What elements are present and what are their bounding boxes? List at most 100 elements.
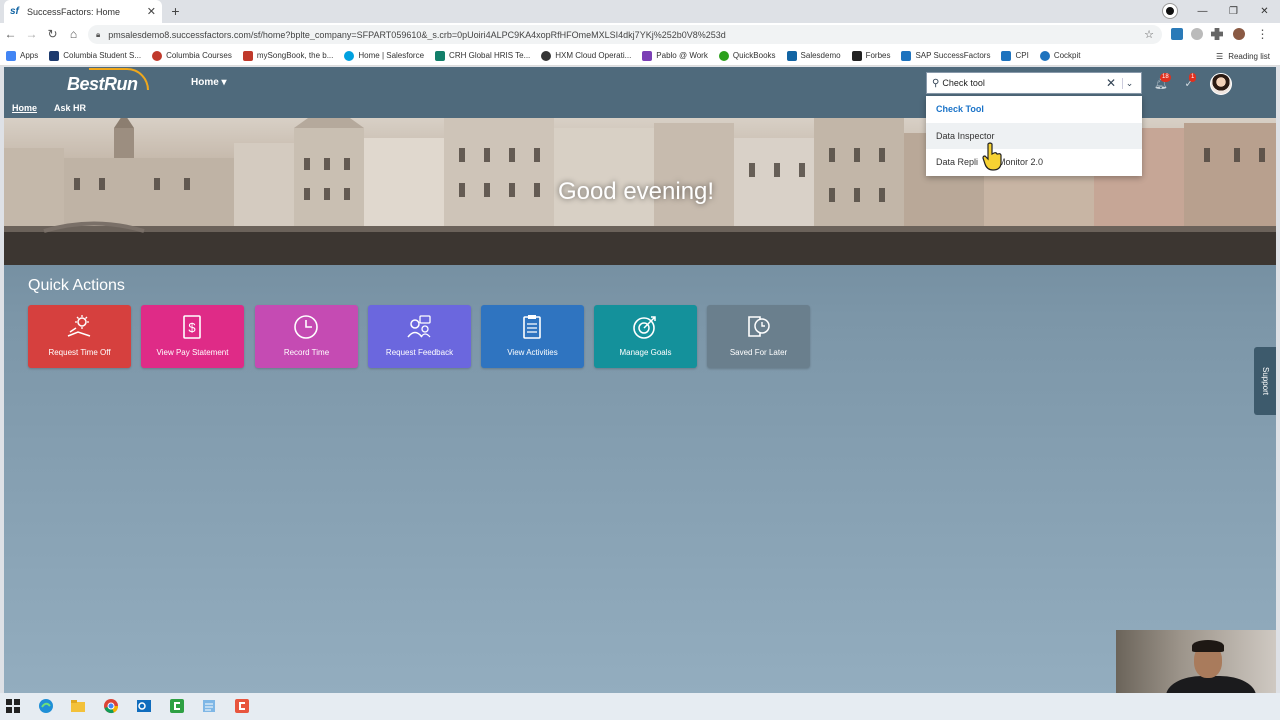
bookmark-item[interactable]: Forbes	[851, 50, 890, 61]
bookmark-icon	[344, 50, 355, 61]
bookmark-item[interactable]: Apps	[6, 50, 38, 61]
bookmark-item[interactable]: HXM Cloud Operati...	[541, 50, 631, 61]
clipboard-icon	[523, 315, 541, 339]
action-search-input[interactable]: ⚲ Check tool ✕ ⌄	[926, 72, 1142, 94]
bookmark-icon	[49, 50, 60, 61]
notifications-bell-icon[interactable]: 🔔︎ 18	[1154, 73, 1171, 90]
quick-actions-title: Quick Actions	[28, 277, 125, 294]
browser-menu-icon[interactable]: ⋮	[1255, 27, 1270, 42]
bookmark-star-icon[interactable]: ☆	[1144, 28, 1154, 41]
subnav-home-link[interactable]: Home	[12, 103, 37, 113]
bookmark-icon	[435, 50, 446, 61]
bookmark-item[interactable]: mySongBook, the b...	[242, 50, 333, 61]
bookmark-icon	[901, 50, 912, 61]
view-activities-tile[interactable]: View Activities	[481, 305, 584, 368]
notifications-badge: 18	[1160, 73, 1171, 82]
forward-arrow-icon[interactable]: →	[24, 27, 39, 42]
search-value: Check tool	[942, 78, 985, 88]
bookmark-icon	[1001, 50, 1012, 61]
bookmark-item[interactable]: Salesdemo	[786, 50, 841, 61]
bookmark-item[interactable]: CRH Global HRIS Te...	[435, 50, 530, 61]
camtasia-icon[interactable]	[169, 698, 185, 714]
restore-icon[interactable]: ❐	[1218, 6, 1249, 17]
new-tab-button[interactable]: +	[168, 4, 183, 19]
puzzle-extensions-icon[interactable]	[1211, 28, 1223, 40]
outlook-icon[interactable]	[136, 698, 152, 714]
sun-person-icon	[67, 315, 91, 337]
subnav-ask-hr-link[interactable]: Ask HR	[54, 103, 86, 113]
saved-for-later-tile[interactable]: Saved For Later	[707, 305, 810, 368]
back-arrow-icon[interactable]: ←	[3, 27, 18, 42]
windows-start-icon[interactable]	[5, 698, 21, 714]
bookmark-icon	[1039, 50, 1050, 61]
search-dropdown-chevron-icon[interactable]: ⌄	[1122, 77, 1136, 89]
user-avatar[interactable]	[1210, 73, 1232, 95]
suggestion-data-inspector[interactable]: Data Inspector	[926, 123, 1142, 149]
hand-pointer-cursor-icon	[982, 142, 1002, 171]
bestrun-logo[interactable]: BestRun	[67, 68, 149, 95]
file-explorer-icon[interactable]	[70, 698, 86, 714]
bookmark-icon	[718, 50, 729, 61]
address-bar[interactable]: 🔒︎ pmsalesdemo8.successfactors.com/sf/ho…	[88, 25, 1162, 44]
browser-tabstrip: sf SuccessFactors: Home ✕ + — ❐ ✕	[0, 0, 1280, 23]
browser-toolbar: ← → ↻ ⌂ 🔒︎ pmsalesdemo8.successfactors.c…	[0, 23, 1280, 46]
tile-label: Request Time Off	[48, 348, 111, 357]
people-feedback-icon	[407, 315, 431, 338]
approvals-check-icon[interactable]: ✓ 1	[1183, 73, 1197, 90]
browser-tab[interactable]: sf SuccessFactors: Home ✕	[4, 0, 162, 23]
logo-arc-icon	[89, 68, 149, 90]
svg-text:$: $	[188, 320, 196, 335]
home-icon[interactable]: ⌂	[66, 27, 81, 42]
manage-goals-tile[interactable]: Manage Goals	[594, 305, 697, 368]
bookmark-item[interactable]: Home | Salesforce	[344, 50, 424, 61]
successfactors-favicon-icon: sf	[10, 5, 19, 17]
bookmark-item[interactable]: SAP SuccessFactors	[901, 50, 990, 61]
bookmark-item[interactable]: Pablo @ Work	[642, 50, 708, 61]
view-pay-statement-tile[interactable]: $ View Pay Statement	[141, 305, 244, 368]
bookmark-item[interactable]: CPI	[1001, 50, 1029, 61]
url-text: pmsalesdemo8.successfactors.com/sf/home?…	[108, 29, 726, 40]
support-tab[interactable]: Support	[1254, 347, 1276, 415]
tile-label: Manage Goals	[619, 348, 672, 357]
lock-icon: 🔒︎	[96, 29, 101, 39]
bookmark-item[interactable]: Columbia Student S...	[49, 50, 141, 61]
request-time-off-tile[interactable]: Request Time Off	[28, 305, 131, 368]
bookmark-icon	[152, 50, 163, 61]
request-feedback-tile[interactable]: Request Feedback	[368, 305, 471, 368]
record-time-tile[interactable]: Record Time	[255, 305, 358, 368]
recorder-app-icon[interactable]	[234, 698, 250, 714]
tile-label: Request Feedback	[385, 348, 454, 357]
search-icon: ⚲	[932, 77, 940, 89]
windows-taskbar	[0, 693, 1280, 720]
successfactors-page: Good evening! BestRun Home ▾ Home Ask HR…	[4, 67, 1276, 693]
bookmark-icon	[851, 50, 862, 61]
target-icon	[633, 316, 656, 339]
home-menu-button[interactable]: Home ▾	[191, 77, 227, 88]
approvals-badge: 1	[1189, 73, 1197, 82]
greeting-text: Good evening!	[557, 178, 715, 205]
suggestion-data-replication-monitor[interactable]: Data Repli Monitor 2.0	[926, 149, 1142, 175]
bookmark-icon	[6, 50, 16, 61]
chrome-browser-icon[interactable]	[103, 698, 119, 714]
window-close-icon[interactable]: ✕	[1249, 6, 1280, 17]
reload-icon[interactable]: ↻	[45, 27, 60, 42]
extension-icon[interactable]	[1191, 28, 1203, 40]
tile-label: View Activities	[507, 348, 558, 357]
profile-avatar-icon[interactable]	[1233, 28, 1245, 40]
edge-browser-icon[interactable]	[38, 698, 54, 714]
tile-label: View Pay Statement	[156, 348, 229, 357]
notepad-icon[interactable]	[201, 698, 217, 714]
clear-search-icon[interactable]: ✕	[1106, 76, 1116, 90]
saved-clock-icon	[748, 316, 770, 337]
tab-close-icon[interactable]: ✕	[147, 5, 156, 18]
bookmark-item[interactable]: QuickBooks	[718, 50, 776, 61]
dropdown-header: Check Tool	[936, 104, 984, 114]
bookmark-item[interactable]: Cockpit	[1039, 50, 1081, 61]
bookmark-item[interactable]: Columbia Courses	[152, 50, 232, 61]
clock-icon	[294, 315, 318, 339]
reading-list-button[interactable]: ☰ Reading list	[1216, 46, 1270, 66]
extension-icon[interactable]	[1171, 28, 1183, 40]
browser-profile-icon[interactable]	[1163, 4, 1177, 18]
minimize-icon[interactable]: —	[1187, 6, 1218, 17]
search-suggestions-dropdown: Check Tool Data Inspector Data Repli Mon…	[926, 96, 1142, 176]
